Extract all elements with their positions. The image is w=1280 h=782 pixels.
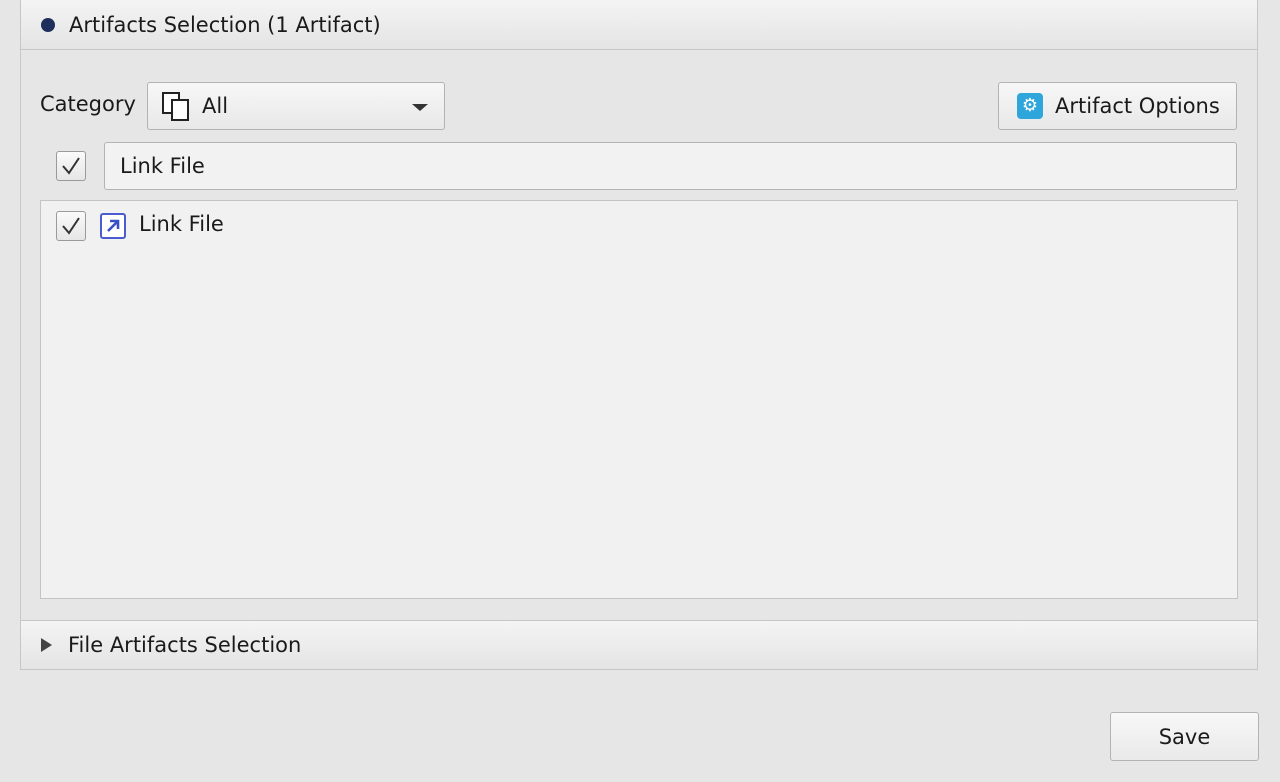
list-item-label: Link File	[139, 212, 224, 236]
link-file-icon	[100, 213, 126, 239]
artifact-list: Link File	[40, 200, 1238, 599]
app-root: Artifacts Selection (1 Artifact) Categor…	[0, 0, 1280, 782]
save-button[interactable]: Save	[1110, 712, 1259, 761]
filter-input[interactable]	[104, 142, 1237, 190]
chevron-down-icon	[412, 104, 428, 111]
gear-icon: ⚙	[1017, 93, 1043, 119]
expand-arrow-icon	[41, 638, 52, 652]
copy-icon	[160, 90, 192, 122]
artifacts-selection-header[interactable]: Artifacts Selection (1 Artifact)	[20, 0, 1258, 50]
filter-checkbox[interactable]	[56, 151, 86, 181]
list-item[interactable]: Link File	[41, 209, 1237, 243]
artifacts-selection-title: Artifacts Selection (1 Artifact)	[69, 12, 381, 37]
expanded-indicator-icon	[41, 17, 55, 32]
category-label: Category	[40, 92, 136, 116]
artifact-options-label: Artifact Options	[1055, 94, 1220, 118]
category-selected-value: All	[202, 94, 229, 118]
checkmark-icon	[62, 217, 80, 235]
list-item-checkbox[interactable]	[56, 211, 86, 241]
file-artifacts-selection-title: File Artifacts Selection	[68, 633, 302, 657]
category-select[interactable]: All	[147, 82, 445, 130]
artifact-options-button[interactable]: ⚙ Artifact Options	[998, 82, 1237, 130]
checkmark-icon	[62, 157, 80, 175]
file-artifacts-selection-header[interactable]: File Artifacts Selection	[20, 620, 1258, 670]
